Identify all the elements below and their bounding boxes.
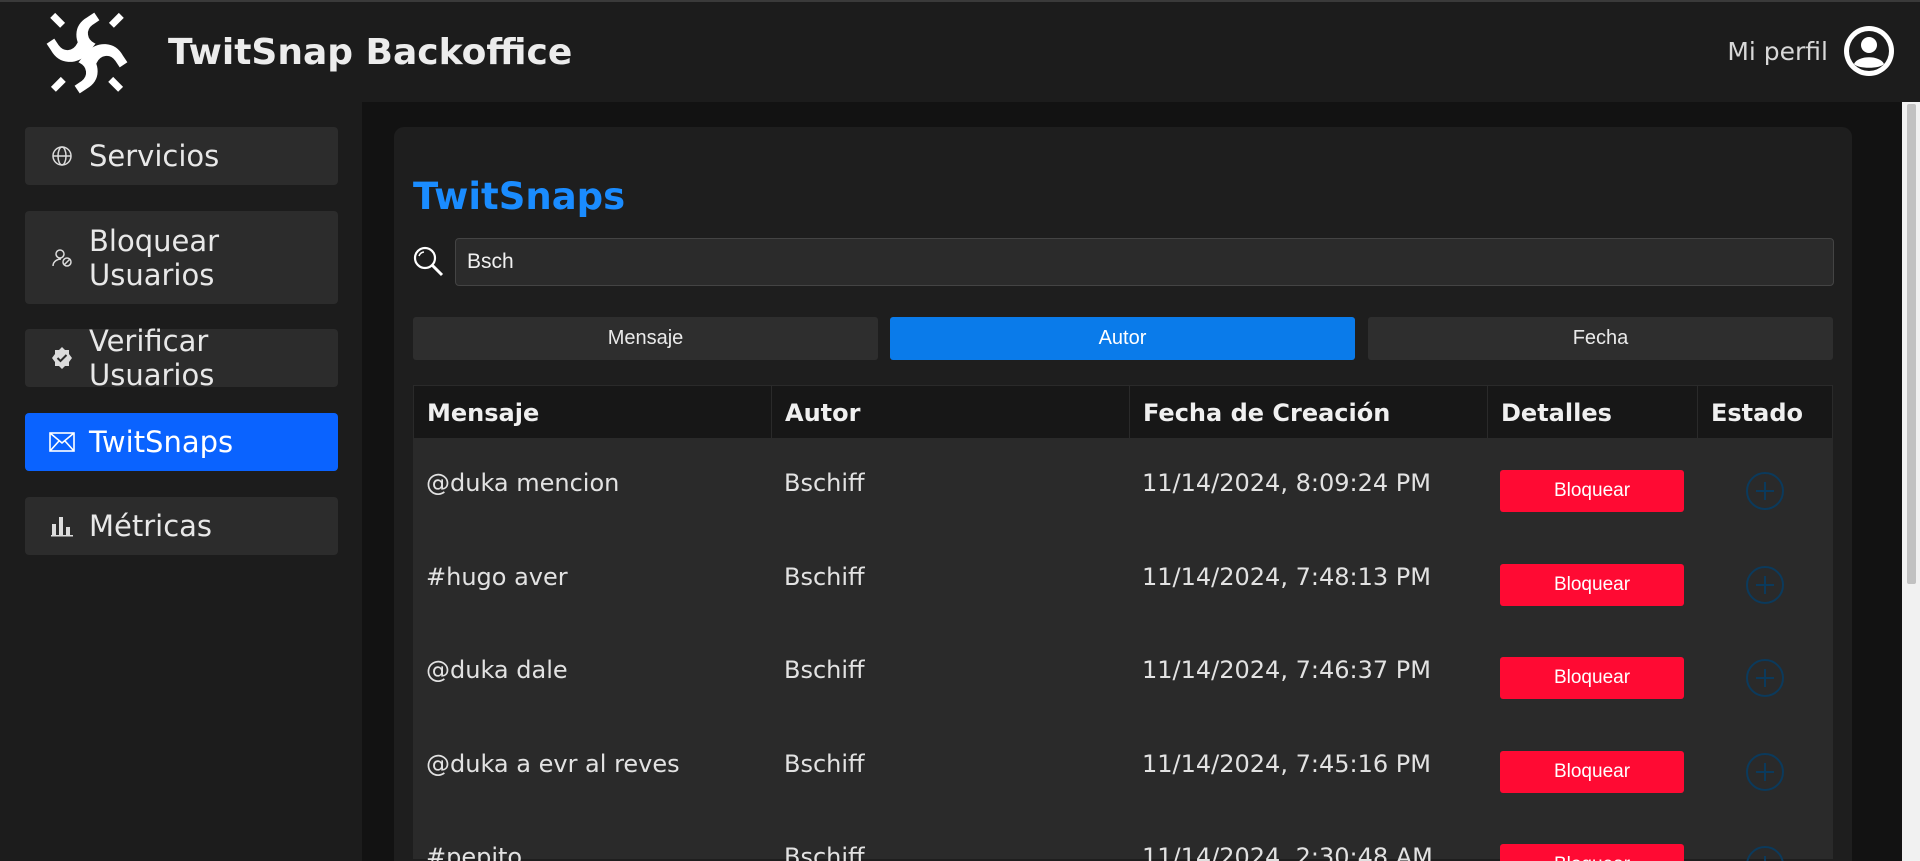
cell-fecha: 11/14/2024, 2:30:48 AM: [1142, 843, 1433, 861]
table-header: Mensaje Autor Fecha de Creación Detalles…: [413, 385, 1834, 440]
cell-autor: Bschiff: [784, 469, 865, 497]
table-row: @duka dale Bschiff 11/14/2024, 7:46:37 P…: [413, 626, 1833, 719]
cell-fecha: 11/14/2024, 7:48:13 PM: [1142, 563, 1431, 591]
sidebar-item-label: Bloquear Usuarios: [89, 223, 220, 292]
sidebar-item-servicios[interactable]: Servicios: [25, 127, 338, 185]
filter-fecha-button[interactable]: Fecha: [1368, 317, 1833, 360]
column-header-fecha[interactable]: Fecha de Creación: [1130, 386, 1488, 440]
cell-fecha: 11/14/2024, 7:45:16 PM: [1142, 750, 1431, 778]
bloquear-button[interactable]: Bloquear: [1500, 657, 1684, 699]
add-circle-icon[interactable]: [1745, 565, 1785, 605]
search-icon: [413, 246, 444, 277]
cell-mensaje: #pepito: [426, 843, 523, 861]
add-circle-icon[interactable]: [1745, 845, 1785, 861]
sidebar-item-label: Servicios: [89, 139, 220, 173]
bloquear-button[interactable]: Bloquear: [1500, 751, 1684, 793]
cell-fecha: 11/14/2024, 8:09:24 PM: [1142, 469, 1431, 497]
cell-fecha: 11/14/2024, 7:46:37 PM: [1142, 656, 1431, 684]
search-input[interactable]: [455, 238, 1834, 286]
cell-autor: Bschiff: [784, 843, 865, 861]
add-circle-icon[interactable]: [1745, 752, 1785, 792]
user-avatar-icon[interactable]: [1842, 24, 1896, 78]
app-title: TwitSnap Backoffice: [168, 32, 573, 73]
profile-label: Mi perfil: [1727, 36, 1828, 66]
bloquear-button[interactable]: Bloquear: [1500, 470, 1684, 512]
page-title: TwitSnaps: [413, 175, 626, 218]
add-circle-icon[interactable]: [1745, 471, 1785, 511]
sidebar-item-verificar-usuarios[interactable]: Verificar Usuarios: [25, 324, 338, 392]
filter-mensaje-button[interactable]: Mensaje: [413, 317, 878, 360]
sidebar-item-metricas[interactable]: Métricas: [25, 497, 338, 555]
sidebar-item-bloquear-usuarios[interactable]: Bloquear Usuarios: [25, 211, 338, 304]
sidebar-item-label: TwitSnaps: [89, 425, 234, 459]
cell-autor: Bschiff: [784, 750, 865, 778]
cell-autor: Bschiff: [784, 656, 865, 684]
sidebar-item-label: Métricas: [89, 509, 213, 543]
top-bar: TwitSnap Backoffice Mi perfil: [0, 0, 1920, 102]
verified-badge-icon: [49, 345, 75, 371]
sidebar-item-label: Verificar Usuarios: [89, 324, 215, 392]
scrollbar[interactable]: [1902, 102, 1920, 861]
column-header-mensaje[interactable]: Mensaje: [414, 386, 772, 440]
filter-autor-button[interactable]: Autor: [890, 317, 1355, 360]
cell-mensaje: @duka a evr al reves: [426, 750, 680, 778]
bloquear-button[interactable]: Bloquear: [1500, 564, 1684, 606]
cell-autor: Bschiff: [784, 563, 865, 591]
envelope-icon: [49, 429, 75, 455]
bar-chart-icon: [49, 513, 75, 539]
table-row: #pepito Bschiff 11/14/2024, 2:30:48 AM B…: [413, 813, 1833, 861]
scrollbar-thumb[interactable]: [1907, 104, 1916, 584]
table-row: @duka mencion Bschiff 11/14/2024, 8:09:2…: [413, 439, 1833, 532]
bloquear-button[interactable]: Bloquear: [1500, 844, 1684, 861]
cell-mensaje: @duka dale: [426, 656, 568, 684]
logo-icon: [46, 12, 128, 94]
table-row: @duka a evr al reves Bschiff 11/14/2024,…: [413, 719, 1833, 812]
profile-link[interactable]: Mi perfil: [1727, 24, 1896, 78]
column-header-detalles[interactable]: Detalles: [1488, 386, 1698, 440]
user-block-icon: [49, 245, 75, 271]
cell-mensaje: #hugo aver: [426, 563, 568, 591]
column-header-autor[interactable]: Autor: [772, 386, 1130, 440]
column-header-estado[interactable]: Estado: [1698, 386, 1834, 440]
cell-mensaje: @duka mencion: [426, 469, 620, 497]
globe-icon: [49, 143, 75, 169]
sidebar-item-twitsnaps[interactable]: TwitSnaps: [25, 413, 338, 471]
table-row: #hugo aver Bschiff 11/14/2024, 7:48:13 P…: [413, 532, 1833, 625]
add-circle-icon[interactable]: [1745, 658, 1785, 698]
